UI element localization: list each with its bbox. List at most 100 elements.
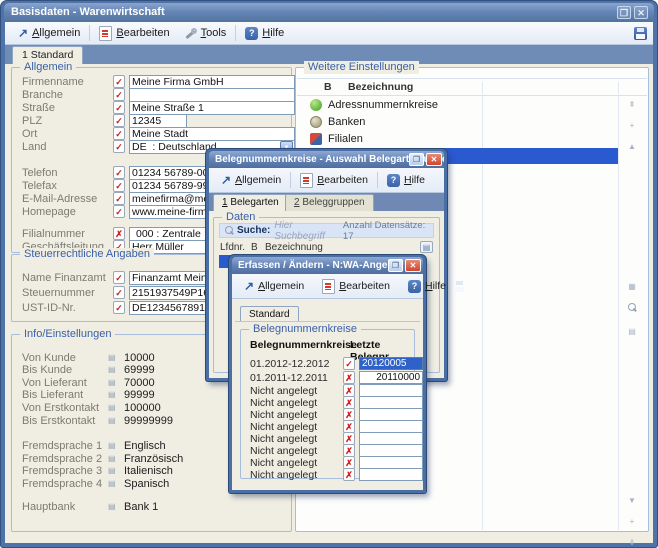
plz-input[interactable] — [129, 114, 187, 128]
menu-tools[interactable]: Tools — [177, 24, 234, 43]
group-allgemein-title: Allgemein — [20, 61, 76, 74]
toolbar-separator — [377, 172, 378, 188]
hauptbank-label: Hauptbank — [22, 501, 75, 513]
fremdsprache3-label: Fremdsprache 3 — [22, 465, 102, 477]
column-chooser-icon[interactable]: ▤ — [420, 241, 433, 253]
restore-icon[interactable]: ❐ — [409, 153, 424, 166]
check-doc-icon[interactable]: ✓ — [113, 286, 125, 299]
fremdsprache3-value: Italienisch — [124, 465, 173, 477]
check-doc-icon[interactable]: ✓ — [113, 192, 125, 205]
close-icon[interactable]: ✕ — [405, 259, 421, 272]
letzte-belegnr-input-9[interactable] — [359, 468, 423, 481]
check-doc-icon[interactable]: ✓ — [113, 301, 125, 314]
toolbar-separator — [290, 172, 291, 188]
divider — [235, 321, 420, 322]
check-doc-icon[interactable]: ✓ — [113, 140, 125, 153]
plz-label: PLZ — [22, 115, 42, 127]
branch-icon — [310, 133, 322, 145]
email-label: E-Mail-Adresse — [22, 193, 97, 205]
letzte-belegnr-input-1[interactable] — [359, 371, 423, 384]
globe-icon — [310, 99, 322, 111]
mini-list-icon: ▤ — [108, 502, 116, 511]
fremdsprache4-label: Fremdsprache 4 — [22, 478, 102, 490]
tab-belegarten[interactable]: 1 Belegarten — [213, 194, 288, 211]
filialnummer-label: Filialnummer — [22, 228, 85, 240]
col-lfdnr-header: Lfdnr. — [220, 242, 245, 253]
dialog2-menu-allgemein[interactable]: ↗ Allgemein — [237, 277, 311, 296]
dialog-erfassen-aendern: Erfassen / Ändern - N:WA-Angebot ❐ ✕ ↗ A… — [229, 255, 426, 493]
save-icon[interactable] — [634, 27, 647, 40]
firmenname-input[interactable] — [129, 75, 295, 89]
close-icon[interactable]: ✕ — [426, 153, 442, 166]
von-erstkontakt-label: Von Erstkontakt — [22, 402, 99, 414]
x-doc-icon[interactable]: ✗ — [343, 371, 355, 384]
arrow-ne-icon: ↗ — [244, 280, 254, 292]
tree-nav-bottom[interactable]: ▼ + ⇟ — [625, 496, 639, 548]
hauptbank-value: Bank 1 — [124, 501, 158, 513]
arrow-ne-icon: ↗ — [221, 174, 231, 186]
check-doc-icon[interactable]: ✓ — [113, 88, 125, 101]
nav-up-icon: ▲ — [625, 142, 639, 151]
fremdsprache1-value: Englisch — [124, 440, 166, 452]
check-doc-icon[interactable]: ✓ — [343, 357, 355, 370]
restore-icon[interactable]: ❐ — [617, 6, 631, 19]
tree-nav-top[interactable]: ⇞ + ▲ — [625, 100, 639, 163]
bis-erstkontakt-label: Bis Erstkontakt — [22, 415, 95, 427]
x-doc-icon[interactable]: ✗ — [343, 468, 355, 481]
firmenname-label: Firmenname — [22, 76, 84, 88]
x-doc-icon[interactable]: ✗ — [113, 227, 125, 240]
search-icon[interactable] — [627, 303, 637, 313]
main-window: Basisdaten - Warenwirtschaft ❐ ✕ ↗ Allge… — [0, 0, 658, 548]
ort-input[interactable] — [129, 127, 295, 141]
dialog1-search-row[interactable]: Suche: Hier Suchbegriff Anzahl Datensätz… — [219, 223, 434, 238]
von-erstkontakt-value: 100000 — [124, 402, 161, 414]
restore-icon[interactable]: ❐ — [388, 259, 403, 272]
check-doc-icon[interactable]: ✓ — [113, 166, 125, 179]
tree-row-banken[interactable]: Banken — [310, 114, 618, 130]
dialog2-menu-bearbeiten[interactable]: Bearbeiten — [315, 277, 397, 296]
nav-top-icon: ⇞ — [625, 100, 639, 109]
help-icon: ? — [387, 174, 400, 187]
tree-row-filialen[interactable]: Filialen — [310, 131, 618, 147]
dialog1-menu-allgemein[interactable]: ↗ Allgemein — [214, 171, 288, 190]
dialog1-toolbar: ↗ Allgemein Bearbeiten ? Hilfe — [209, 168, 444, 193]
tree-row-adressnummernkreise[interactable]: Adressnummernkreise — [310, 97, 618, 113]
dialog2-menu-hilfe[interactable]: ? Hilfe — [401, 277, 453, 296]
tab-standard[interactable]: Standard — [240, 306, 299, 322]
dialog1-tabband: 1 Belegarten 2 Beleggruppen — [209, 193, 444, 211]
mini-list-icon: ▤ — [108, 390, 116, 399]
letzte-belegnr-input-0[interactable] — [359, 357, 423, 370]
nav-plus-icon: + — [625, 121, 639, 130]
strasse-input[interactable] — [129, 101, 295, 115]
menu-bearbeiten[interactable]: Bearbeiten — [92, 24, 176, 43]
check-doc-icon[interactable]: ✓ — [113, 75, 125, 88]
dialog2-body: Standard Belegnummernkreise Belegnummern… — [232, 299, 423, 490]
dialog1-menu-hilfe[interactable]: ? Hilfe — [380, 171, 432, 190]
fremdsprache4-value: Spanisch — [124, 478, 169, 490]
land-label: Land — [22, 141, 46, 153]
menu-allgemein[interactable]: ↗ Allgemein — [11, 24, 87, 43]
check-doc-icon[interactable]: ✓ — [113, 271, 125, 284]
check-doc-icon[interactable]: ✓ — [113, 127, 125, 140]
col-b-header: B — [324, 81, 332, 93]
grid-icon: ▦ — [625, 282, 639, 291]
check-doc-icon[interactable]: ✓ — [113, 101, 125, 114]
branche-input[interactable] — [129, 88, 295, 102]
check-doc-icon[interactable]: ✓ — [113, 205, 125, 218]
tree-tools-middle[interactable]: ▦ ▤ — [625, 282, 639, 348]
mini-list-icon: ▤ — [108, 441, 116, 450]
close-icon[interactable]: ✕ — [634, 6, 648, 19]
toolbar-separator — [89, 25, 90, 41]
menu-hilfe[interactable]: ? Hilfe — [238, 24, 291, 43]
mini-list-icon: ▤ — [108, 466, 116, 475]
record-count: Anzahl Datensätze: 17 — [343, 220, 429, 242]
group-belegnummernkreise-title: Belegnummernkreise — [249, 323, 361, 336]
divider — [297, 78, 647, 79]
check-doc-icon[interactable]: ✓ — [113, 179, 125, 192]
tab-beleggruppen[interactable]: 2 Beleggruppen — [285, 194, 374, 211]
help-icon: ? — [245, 27, 258, 40]
coins-icon — [310, 116, 322, 128]
check-doc-icon[interactable]: ✓ — [113, 114, 125, 127]
dialog1-menu-bearbeiten[interactable]: Bearbeiten — [293, 171, 375, 190]
fremdsprache1-label: Fremdsprache 1 — [22, 440, 102, 452]
